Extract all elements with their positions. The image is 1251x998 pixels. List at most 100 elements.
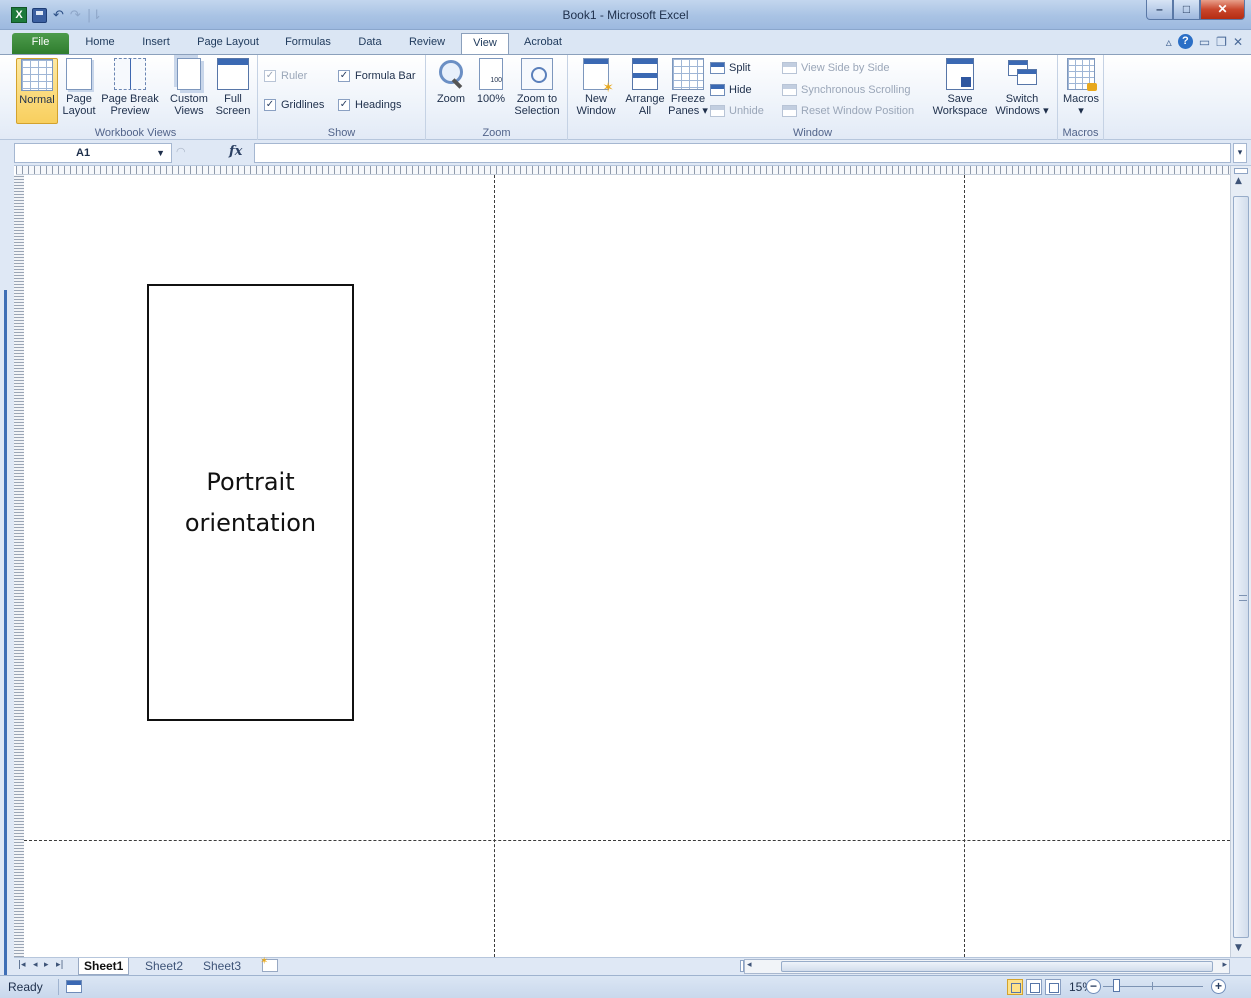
window-controls: – □ ✕ — [1146, 0, 1245, 20]
view-side-by-side-button[interactable]: View Side by Side — [782, 62, 889, 74]
zoom-in-icon[interactable]: + — [1211, 979, 1226, 994]
switch-windows-icon — [1006, 58, 1038, 90]
horizontal-scrollbar[interactable]: ◂ ▸ — [744, 959, 1230, 974]
row-headers[interactable] — [14, 175, 24, 957]
formula-bar: A1 ▼ ◠ fx ▾ — [0, 140, 1251, 166]
freeze-panes-icon — [672, 58, 704, 90]
scroll-left-icon[interactable]: ◂ — [747, 960, 752, 970]
next-sheet-icon[interactable]: ▸ — [44, 960, 49, 970]
maximize-button[interactable]: □ — [1173, 0, 1200, 20]
worksheet-grid[interactable]: Portrait orientation — [24, 175, 1230, 957]
zoom-out-icon[interactable]: − — [1086, 979, 1101, 994]
tab-insert[interactable]: Insert — [132, 33, 180, 54]
minimize-ribbon-icon[interactable]: ▵ — [1166, 35, 1172, 49]
group-macros: Macros ▾ Macros — [1058, 55, 1104, 140]
zoom-to-selection-button[interactable]: Zoom to Selection — [512, 58, 562, 117]
arrange-all-button[interactable]: Arrange All — [622, 58, 668, 117]
vertical-split-handle[interactable] — [1234, 168, 1248, 174]
status-bar: Ready 15% − + — [0, 975, 1251, 998]
normal-view-icon — [21, 59, 53, 91]
group-label-macros: Macros — [1062, 127, 1099, 139]
split-button[interactable]: Split — [710, 62, 750, 74]
last-sheet-icon[interactable]: ▸| — [56, 960, 64, 970]
zoom-100-button[interactable]: 100 100% — [474, 58, 508, 105]
first-sheet-icon[interactable]: |◂ — [18, 960, 26, 970]
column-headers[interactable] — [16, 166, 1230, 175]
tab-page-layout[interactable]: Page Layout — [190, 33, 266, 54]
tab-formulas[interactable]: Formulas — [276, 33, 340, 54]
page-layout-view-button[interactable]: Page Layout — [62, 58, 96, 117]
portrait-orientation-shape[interactable]: Portrait orientation — [147, 284, 354, 721]
group-show: ✓ Ruler ✓ Formula Bar ✓ Gridlines ✓ Head… — [258, 55, 426, 140]
scroll-up-icon[interactable]: ▲ — [1235, 176, 1242, 186]
new-window-button[interactable]: New Window — [572, 58, 620, 117]
minimize-button[interactable]: – — [1146, 0, 1173, 20]
insert-sheet-icon[interactable] — [260, 956, 278, 972]
vertical-scrollbar[interactable]: ▲ ▼ — [1230, 166, 1251, 957]
formula-cancel-icon: ◠ — [176, 145, 186, 158]
ribbon-right-controls: ▵ ? ▭ ❐ ✕ — [1166, 34, 1243, 49]
synchronous-scrolling-button[interactable]: Synchronous Scrolling — [782, 84, 910, 96]
zoom-button[interactable]: Zoom — [432, 58, 470, 105]
freeze-panes-button[interactable]: Freeze Panes ▾ — [668, 58, 708, 117]
page-break-preview-button[interactable]: Page Break Preview — [100, 58, 160, 117]
tab-data[interactable]: Data — [350, 33, 390, 54]
unhide-button[interactable]: Unhide — [710, 105, 764, 117]
custom-views-button[interactable]: Custom Views — [166, 58, 212, 117]
hide-button[interactable]: Hide — [710, 84, 752, 96]
unhide-icon — [710, 105, 725, 117]
formula-input[interactable] — [254, 143, 1231, 163]
page-layout-status-icon[interactable] — [1026, 979, 1042, 995]
expand-formula-bar-icon[interactable]: ▾ — [1233, 143, 1247, 163]
ribbon: Normal Page Layout Page Break Preview Cu… — [0, 54, 1251, 140]
workbook-minimize-icon[interactable]: ▭ — [1199, 35, 1210, 49]
page-break-status-icon[interactable] — [1045, 979, 1061, 995]
formula-bar-checkbox[interactable]: ✓ Formula Bar — [338, 70, 416, 82]
group-label-show: Show — [327, 127, 356, 139]
scroll-down-icon[interactable]: ▼ — [1235, 943, 1242, 953]
zoom-slider-thumb[interactable] — [1113, 979, 1120, 992]
tab-acrobat[interactable]: Acrobat — [515, 33, 571, 54]
zoom-to-selection-icon — [521, 58, 553, 90]
normal-view-status-icon[interactable] — [1007, 979, 1023, 995]
prev-sheet-icon[interactable]: ◂ — [33, 960, 38, 970]
scroll-right-icon[interactable]: ▸ — [1222, 960, 1227, 970]
full-screen-icon — [217, 58, 249, 90]
group-window: New Window Arrange All Freeze Panes ▾ Sp… — [568, 55, 1058, 140]
group-label-workbook-views: Workbook Views — [94, 127, 177, 139]
workbook-restore-icon[interactable]: ❐ — [1216, 35, 1227, 49]
group-zoom: Zoom 100 100% Zoom to Selection Zoom — [426, 55, 568, 140]
close-button[interactable]: ✕ — [1200, 0, 1245, 20]
macros-button[interactable]: Macros ▾ — [1062, 58, 1100, 117]
full-screen-button[interactable]: Full Screen — [214, 58, 252, 117]
record-macro-icon[interactable] — [66, 980, 82, 993]
name-box[interactable]: A1 ▼ — [14, 143, 172, 163]
title-bar: X ↶ ↷ |⇂ Book1 - Microsoft Excel – □ ✕ — [0, 0, 1251, 30]
tab-view[interactable]: View — [461, 33, 509, 55]
ruler-checkbox[interactable]: ✓ Ruler — [264, 70, 307, 82]
save-workspace-button[interactable]: Save Workspace — [930, 58, 990, 117]
switch-windows-button[interactable]: Switch Windows ▾ — [992, 58, 1052, 117]
sheet-tab-sheet2[interactable]: Sheet2 — [140, 958, 188, 975]
macros-icon — [1067, 58, 1097, 91]
page-layout-icon — [66, 58, 92, 90]
tab-review[interactable]: Review — [400, 33, 454, 54]
name-box-dropdown-icon[interactable]: ▼ — [156, 144, 165, 162]
reset-window-position-button[interactable]: Reset Window Position — [782, 105, 914, 117]
workbook-close-icon[interactable]: ✕ — [1233, 35, 1243, 49]
page-break-horizontal — [24, 840, 1230, 841]
gridlines-checkbox[interactable]: ✓ Gridlines — [264, 99, 324, 111]
headings-checkbox[interactable]: ✓ Headings — [338, 99, 401, 111]
sheet-tab-sheet3[interactable]: Sheet3 — [198, 958, 246, 975]
tab-home[interactable]: Home — [78, 33, 122, 54]
macros-dropdown-icon: ▾ — [1078, 105, 1084, 117]
portrait-orientation-text: Portrait orientation — [184, 467, 317, 537]
sheet-tab-sheet1[interactable]: Sheet1 — [78, 958, 130, 975]
normal-view-button[interactable]: Normal — [16, 58, 58, 124]
insert-function-icon[interactable]: fx — [229, 144, 242, 159]
tab-file[interactable]: File — [12, 33, 69, 54]
horizontal-scroll-thumb[interactable] — [781, 961, 1213, 972]
formula-bar-check-icon: ✓ — [338, 70, 350, 82]
help-icon[interactable]: ? — [1177, 34, 1193, 49]
vertical-scroll-thumb[interactable] — [1233, 196, 1249, 938]
